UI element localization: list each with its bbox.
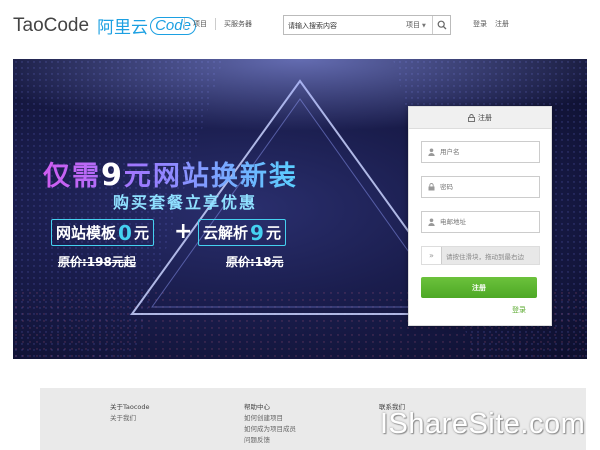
- nav-divider: [215, 18, 216, 30]
- logo-text: TaoCode: [13, 14, 90, 36]
- main-nav: 项目 买服务器: [176, 18, 252, 30]
- slider-hint: 请按住滑块，拖动到最右边: [446, 253, 524, 261]
- user-icon: [422, 148, 440, 156]
- plus-sign: +: [174, 219, 193, 244]
- top-header: TaoCode 阿里云 Code 项目 买服务器 项目▼ 登录 注册: [0, 0, 600, 50]
- search-scope-label: 项目: [406, 21, 420, 29]
- email-input[interactable]: [440, 218, 535, 226]
- headline-prefix: 仅需: [43, 161, 101, 192]
- username-field: [421, 141, 540, 163]
- lock-icon: [422, 183, 440, 191]
- offer-dns-original-price: 原价:18元: [226, 255, 284, 269]
- double-chevron-right-icon: »: [429, 251, 434, 260]
- footer-heading: 关于Taocode: [110, 403, 150, 411]
- search-icon: [437, 20, 446, 30]
- password-input[interactable]: [440, 183, 535, 191]
- footer-col-help: 帮助中心 如何创建项目 如何成为项目成员 问题反馈: [244, 402, 296, 446]
- headline-price: 9: [101, 158, 124, 193]
- login-link[interactable]: 登录: [473, 19, 487, 29]
- password-field: [421, 176, 540, 198]
- slider-handle[interactable]: »: [422, 247, 442, 264]
- register-card: 注册 » 请按住滑块，拖动到最右边 注册 登录: [408, 106, 552, 326]
- site-logo[interactable]: TaoCode 阿里云 Code: [13, 13, 196, 38]
- offer-template-box: 网站模板 0 元: [51, 219, 154, 246]
- register-card-title: 注册: [478, 113, 492, 122]
- footer-link-about-us[interactable]: 关于我们: [110, 413, 150, 424]
- footer-link-feedback[interactable]: 问题反馈: [244, 435, 296, 446]
- lock-icon: [468, 113, 475, 122]
- auth-links: 登录 注册: [473, 19, 509, 29]
- offer-dns-label: 云解析: [203, 224, 249, 242]
- email-field: [421, 211, 540, 233]
- search-input[interactable]: [288, 19, 398, 32]
- footer-col-about: 关于Taocode 关于我们: [110, 402, 150, 424]
- captcha-slider: » 请按住滑块，拖动到最右边: [421, 246, 540, 265]
- banner-headline: 仅需9元网站换新装: [43, 154, 298, 193]
- offer-dns-box: 云解析 9 元: [198, 219, 286, 246]
- footer-heading: 帮助中心: [244, 403, 270, 411]
- search-button[interactable]: [432, 16, 450, 34]
- offer-template-original-price: 原价:198元起: [58, 255, 136, 269]
- offer-template-price: 0: [118, 220, 132, 245]
- nav-item-projects[interactable]: 项目: [193, 19, 207, 29]
- register-card-header: 注册: [409, 107, 551, 129]
- chevron-down-icon: ▼: [422, 23, 426, 29]
- search-box: 项目▼: [283, 15, 451, 35]
- username-input[interactable]: [440, 148, 535, 156]
- login-link[interactable]: 登录: [512, 305, 526, 315]
- user-icon: [422, 218, 440, 226]
- search-scope-select[interactable]: 项目 ▼: [402, 16, 436, 34]
- offer-template-label: 网站模板: [56, 224, 117, 242]
- logo-aliyun-text: 阿里云: [97, 18, 149, 38]
- offer-dns-price: 9: [250, 220, 264, 245]
- banner-subline: 购买套餐立享优惠: [113, 193, 258, 212]
- footer-link-become-member[interactable]: 如何成为项目成员: [244, 424, 296, 435]
- register-submit-button[interactable]: 注册: [421, 277, 537, 298]
- nav-item-buy-server[interactable]: 买服务器: [224, 19, 252, 29]
- offer-template-unit: 元: [133, 224, 149, 242]
- offer-dns-unit: 元: [265, 224, 281, 242]
- headline-suffix: 元网站换新装: [123, 161, 298, 192]
- register-link[interactable]: 注册: [495, 19, 509, 29]
- footer-link-create-project[interactable]: 如何创建项目: [244, 413, 296, 424]
- watermark: IShareSite.com: [380, 408, 586, 440]
- nav-divider: [184, 18, 185, 30]
